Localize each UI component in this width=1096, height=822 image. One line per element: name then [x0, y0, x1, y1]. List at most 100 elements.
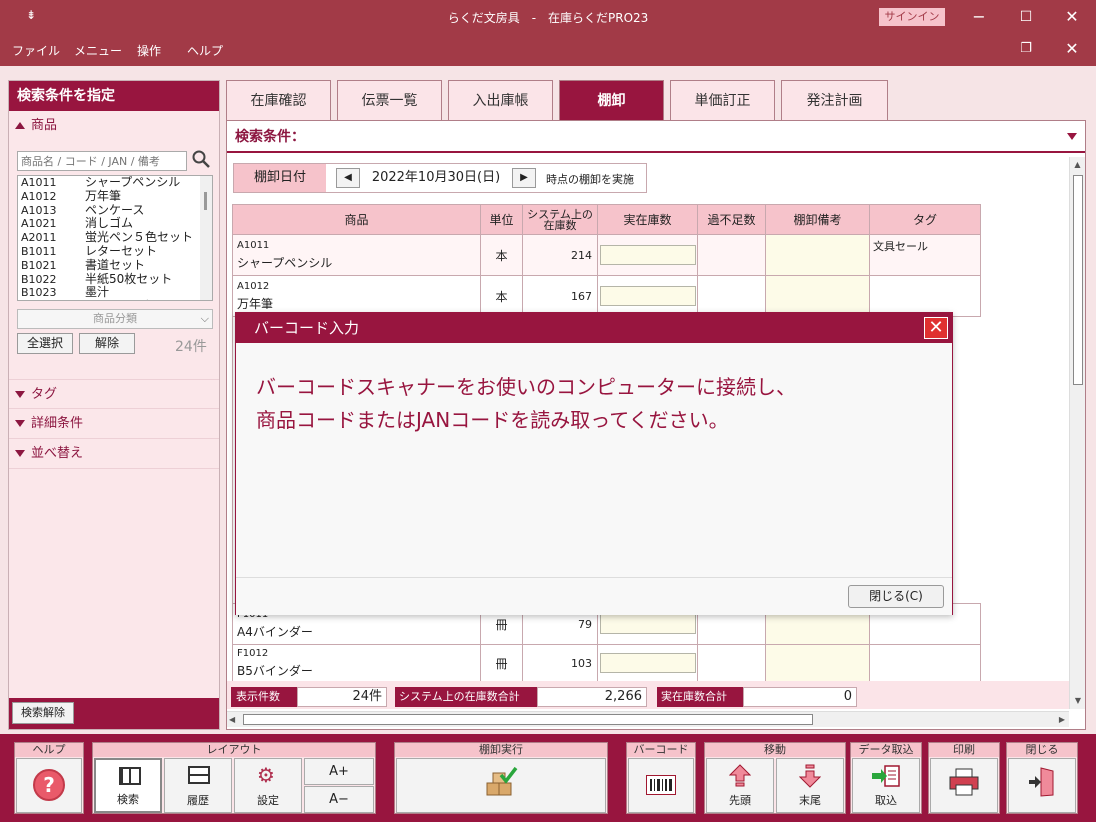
col-actual-stock[interactable]: 実在庫数 [597, 204, 698, 235]
category-select[interactable]: 商品分類 ⌵ [17, 309, 213, 329]
help-icon: ? [33, 769, 65, 801]
product-list-item[interactable]: F1011A4バインダー [85, 299, 161, 301]
dropdown-arrow-icon[interactable] [1067, 133, 1077, 140]
product-search-input[interactable] [17, 151, 187, 171]
actual-stock-input[interactable] [599, 245, 696, 265]
move-first-button[interactable]: 先頭 [706, 758, 774, 813]
search-clear-button[interactable]: 検索解除 [12, 702, 74, 724]
tag-cell[interactable]: 文具セール [869, 234, 981, 276]
font-decrease-button[interactable]: A− [304, 786, 374, 813]
close-icon[interactable]: ✕ [1060, 6, 1084, 28]
table-row[interactable]: A1012 万年筆 本 167 [232, 275, 981, 317]
tag-cell[interactable] [869, 275, 981, 317]
search-icon[interactable] [191, 149, 213, 171]
date-row: 棚卸日付 ◀ 2022年10月30日(日) ▶ 時点の棚卸を実施 [233, 163, 647, 193]
col-unit[interactable]: 単位 [480, 204, 523, 235]
barcode-button[interactable] [628, 758, 694, 813]
product-list-item[interactable]: B1022 半紙50枚セット [18, 272, 212, 287]
menu-file[interactable]: ファイル [12, 42, 60, 59]
tab-stock-check[interactable]: 在庫確認 [226, 80, 331, 120]
vertical-scroll-thumb[interactable] [1073, 175, 1083, 385]
product-list-item[interactable]: B1011 レターセット [18, 245, 212, 259]
layout-search-button[interactable]: 検索 [94, 758, 162, 813]
dialog-message: バーコードスキャナーをお使いのコンピューターに接続し、 商品コードまたはJANコ… [256, 375, 796, 432]
arrow-down-icon [798, 764, 822, 788]
product-list-item[interactable]: A1021 消しゴム [18, 217, 212, 231]
maximize-icon[interactable]: ☐ [1014, 6, 1038, 28]
minimize-icon[interactable]: − [967, 6, 991, 28]
col-product[interactable]: 商品 [232, 204, 481, 235]
list-scrollbar[interactable] [200, 176, 212, 300]
row-code: F1012 [237, 647, 269, 659]
tab-price-correction[interactable]: 単価訂正 [670, 80, 775, 120]
move-last-button[interactable]: 末尾 [776, 758, 844, 813]
prev-date-button[interactable]: ◀ [336, 168, 360, 188]
menu-operation[interactable]: 操作 [137, 42, 161, 59]
dialog-close-button[interactable]: 閉じる(C) [848, 585, 944, 608]
help-button[interactable]: ? [16, 758, 82, 813]
difference-cell [697, 275, 766, 317]
table-row[interactable]: F1012 B5バインダー 冊 103 [232, 644, 981, 682]
section-detail[interactable]: 詳細条件 [9, 409, 219, 439]
unit-cell: 冊 [480, 644, 523, 682]
signin-button[interactable]: サインイン [879, 8, 945, 26]
count-value: 24件 [297, 687, 387, 707]
tag-cell[interactable] [869, 644, 981, 682]
memo-cell[interactable] [765, 234, 870, 276]
actual-stock-input[interactable] [599, 286, 696, 306]
section-product[interactable]: 商品 [9, 111, 219, 141]
unit-cell: 本 [480, 275, 523, 317]
select-all-button[interactable]: 全選択 [17, 333, 73, 354]
actual-stock-cell [597, 275, 698, 317]
layout-split-icon [188, 766, 210, 784]
vertical-scrollbar[interactable]: ▲ ▼ [1069, 157, 1085, 709]
clear-selection-button[interactable]: 解除 [79, 333, 135, 354]
inventory-exec-button[interactable] [396, 758, 606, 813]
tab-io-ledger[interactable]: 入出庫帳 [448, 80, 553, 120]
tab-inventory[interactable]: 棚卸 [559, 80, 664, 120]
tab-order-plan[interactable]: 発注計画 [781, 80, 888, 120]
menu-help[interactable]: ヘルプ [187, 42, 223, 59]
search-conditions-bar[interactable]: 検索条件： [227, 121, 1085, 153]
layout-history-button[interactable]: 履歴 [164, 758, 232, 813]
mdi-close-icon[interactable]: ✕ [1060, 38, 1084, 60]
menu-menu[interactable]: メニュー [74, 42, 122, 59]
product-code: A1021 [21, 217, 57, 231]
product-name: レターセット [85, 243, 158, 258]
table-row[interactable]: A1011 シャープペンシル 本 214 文具セール [232, 234, 981, 276]
product-list-item[interactable]: A1011 シャープペンシル [18, 176, 212, 190]
print-button[interactable] [930, 758, 998, 813]
menu-bar: ファイル メニュー 操作 ヘルプ ❐ ✕ [0, 34, 1096, 66]
memo-cell[interactable] [765, 644, 870, 682]
group-help: ヘルプ ? [14, 742, 84, 814]
close-app-button[interactable] [1008, 758, 1076, 813]
product-list-item[interactable]: B1021 書道セット [18, 258, 212, 273]
actual-stock-input[interactable] [599, 653, 696, 673]
col-system-stock[interactable]: システム上の在庫数 [522, 204, 598, 235]
product-name: 消しゴム [85, 216, 134, 231]
dialog-close-icon[interactable]: ✕ [924, 317, 948, 339]
product-list[interactable]: A1011 シャープペンシル A1012 万年筆 A1013 ペンケース A1021 消しゴム… [17, 175, 213, 301]
font-increase-button[interactable]: A+ [304, 758, 374, 785]
group-import: データ取込 取込 [850, 742, 922, 814]
restore-icon[interactable]: ❐ [1014, 38, 1038, 60]
actual-stock-input[interactable] [599, 614, 696, 634]
product-list-item[interactable]: A1012 万年筆 [18, 189, 212, 204]
row-code: A1012 [237, 280, 270, 292]
section-tag[interactable]: タグ [9, 379, 219, 409]
next-date-button[interactable]: ▶ [512, 168, 536, 188]
horizontal-scroll-thumb[interactable] [243, 714, 813, 725]
import-button[interactable]: 取込 [852, 758, 920, 813]
memo-cell[interactable] [765, 275, 870, 317]
col-difference[interactable]: 過不足数 [697, 204, 766, 235]
product-list-item[interactable]: A2011 蛍光ペン５色セット [18, 231, 212, 245]
date-value[interactable]: 2022年10月30日(日) [364, 168, 508, 188]
col-memo[interactable]: 棚卸備考 [765, 204, 870, 235]
horizontal-scrollbar[interactable]: ◀ ▶ [227, 711, 1069, 727]
section-sort[interactable]: 並べ替え [9, 439, 219, 469]
dialog-footer: 閉じる(C) [236, 577, 952, 615]
tab-slip-list[interactable]: 伝票一覧 [337, 80, 442, 120]
layout-settings-button[interactable]: ⚙ 設定 [234, 758, 302, 813]
product-name: A4バインダー [85, 299, 161, 301]
col-tag[interactable]: タグ [869, 204, 981, 235]
